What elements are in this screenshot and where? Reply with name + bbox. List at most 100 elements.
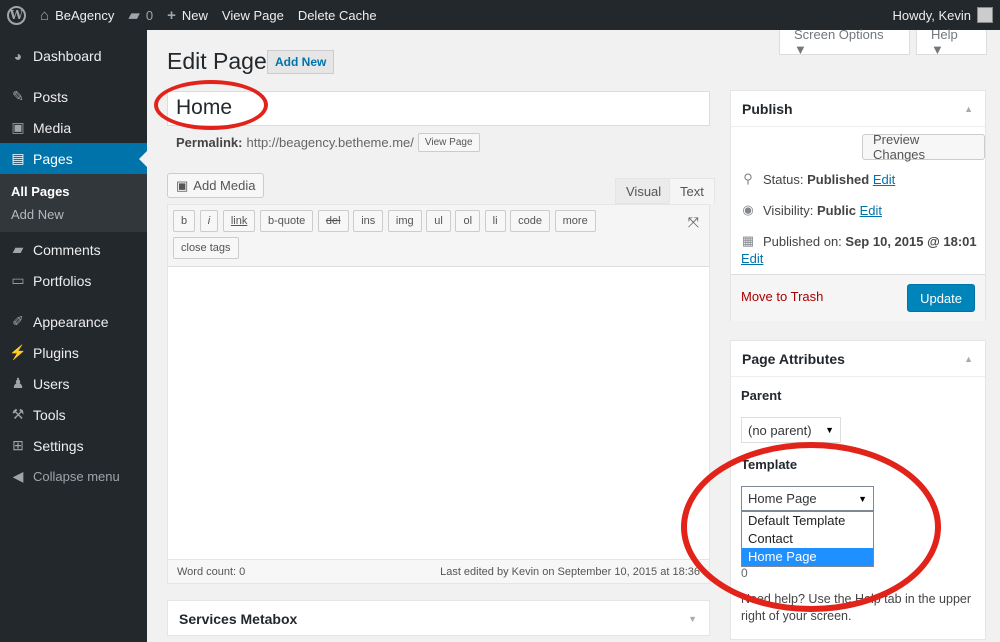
quicktags-toolbar: b i link b-quote del ins img ul ol li co…: [168, 205, 709, 267]
pin-icon: ⚲: [743, 171, 753, 186]
parent-select-value: (no parent): [748, 422, 812, 438]
template-option-contact[interactable]: Contact: [742, 530, 873, 548]
template-select-value: Home Page: [748, 491, 817, 506]
comment-icon: ▰: [128, 7, 140, 24]
plus-icon: +: [167, 6, 176, 24]
account-menu[interactable]: Howdy, Kevin: [885, 0, 1000, 30]
help-button[interactable]: Help ▼: [916, 27, 987, 57]
media-icon: ▣: [11, 119, 25, 135]
template-dropdown: Default Template Contact Home Page: [741, 511, 874, 567]
qt-bold-button[interactable]: b: [173, 210, 196, 232]
site-name-link[interactable]: ⌂ BeAgency: [33, 0, 121, 30]
qt-li-button[interactable]: li: [484, 210, 506, 232]
qt-close-tags-button[interactable]: close tags: [173, 237, 239, 259]
sidebar-item-label: Appearance: [33, 313, 109, 330]
visibility-value: Public: [816, 202, 856, 218]
sidebar-item-plugins[interactable]: ⚡ Plugins: [0, 337, 147, 368]
add-media-label: Add Media: [193, 178, 256, 193]
sidebar-item-settings[interactable]: ⊞ Settings: [0, 430, 147, 461]
tab-visual[interactable]: Visual: [615, 178, 673, 204]
edit-visibility-link[interactable]: Edit: [860, 203, 882, 218]
visibility-label: Visibility:: [763, 202, 814, 218]
view-page-button[interactable]: View Page: [417, 133, 480, 152]
sidebar-item-dashboard[interactable]: ◕ Dashboard: [0, 40, 147, 71]
delete-cache-link[interactable]: Delete Cache: [291, 0, 384, 30]
qt-ul-button[interactable]: ul: [426, 210, 451, 232]
howdy-text: Howdy, Kevin: [892, 7, 971, 23]
sidebar-item-label: Posts: [33, 88, 69, 105]
template-select[interactable]: Home Page ▼: [741, 486, 874, 511]
edit-status-link[interactable]: Edit: [873, 172, 895, 187]
publish-metabox: Publish ▲ Preview Changes ⚲ Status: Publ…: [730, 90, 986, 321]
sidebar-item-tools[interactable]: ⚒ Tools: [0, 399, 147, 430]
pages-submenu: All Pages Add New: [0, 174, 147, 232]
fullscreen-icon[interactable]: ⤧: [688, 214, 699, 231]
new-label: New: [181, 7, 208, 23]
qt-ins-button[interactable]: ins: [353, 210, 384, 232]
text-editor: b i link b-quote del ins img ul ol li co…: [167, 204, 710, 584]
media-icon: ▣: [176, 177, 189, 193]
published-value: Sep 10, 2015 @ 18:01: [845, 233, 977, 249]
qt-blockquote-button[interactable]: b-quote: [259, 210, 314, 232]
comments-link[interactable]: ▰ 0: [121, 0, 160, 30]
sidebar-item-label: Users: [33, 375, 70, 392]
comments-count: 0: [145, 7, 154, 23]
sidebar-item-pages[interactable]: ▤ Pages: [0, 143, 147, 174]
order-field-partial[interactable]: 0: [741, 566, 795, 580]
collapse-menu-button[interactable]: ◀ Collapse menu: [0, 461, 147, 492]
qt-italic-button[interactable]: i: [199, 210, 219, 232]
add-new-button[interactable]: Add New: [267, 50, 335, 74]
wordpress-logo[interactable]: W: [0, 0, 33, 30]
services-metabox-header[interactable]: Services Metabox ▼: [168, 601, 709, 637]
tab-text[interactable]: Text: [669, 178, 715, 204]
chevron-down-icon[interactable]: ▼: [688, 614, 697, 624]
permalink-url[interactable]: http://beagency.betheme.me/: [246, 135, 413, 150]
chevron-up-icon[interactable]: ▲: [964, 104, 973, 114]
preview-changes-button[interactable]: Preview Changes: [862, 132, 985, 162]
admin-sidebar: ◕ Dashboard ✎ Posts ▣ Media ▤ Pages All Page…: [0, 30, 147, 642]
add-media-button[interactable]: ▣ Add Media: [167, 173, 265, 198]
chevron-up-icon[interactable]: ▲: [964, 354, 973, 364]
template-option-home-page[interactable]: Home Page: [742, 548, 873, 566]
parent-label: Parent: [741, 388, 782, 403]
submenu-all-pages[interactable]: All Pages: [0, 180, 147, 203]
wordpress-icon: W: [7, 5, 26, 25]
template-option-default[interactable]: Default Template: [742, 512, 873, 530]
pin-icon: ✎: [12, 88, 24, 104]
qt-code-button[interactable]: code: [510, 210, 551, 232]
qt-more-button[interactable]: more: [554, 210, 596, 232]
sidebar-item-users[interactable]: ♟ Users: [0, 368, 147, 399]
view-page-link[interactable]: View Page: [215, 0, 291, 30]
collapse-label: Collapse menu: [33, 469, 120, 484]
edit-date-link[interactable]: Edit: [741, 251, 763, 266]
order-value: 0: [741, 566, 748, 580]
sidebar-item-appearance[interactable]: ✐ Appearance: [0, 306, 147, 337]
editor-textarea[interactable]: [168, 267, 709, 557]
qt-img-button[interactable]: img: [387, 210, 422, 232]
parent-select[interactable]: (no parent) ▼: [741, 417, 841, 443]
move-to-trash-link[interactable]: Move to Trash: [741, 289, 823, 304]
sidebar-item-posts[interactable]: ✎ Posts: [0, 81, 147, 112]
page-attributes-header[interactable]: Page Attributes ▲: [731, 341, 985, 377]
screen-options-button[interactable]: Screen Options ▼: [779, 27, 910, 57]
last-edited: Last edited by Kevin on September 10, 20…: [440, 565, 700, 578]
sidebar-item-label: Media: [33, 119, 72, 136]
qt-del-button[interactable]: del: [317, 210, 349, 232]
new-content-menu[interactable]: + New: [160, 0, 215, 30]
sidebar-item-comments[interactable]: ▰ Comments: [0, 234, 147, 265]
publish-header[interactable]: Publish ▲: [731, 91, 985, 127]
post-title-input[interactable]: Home: [167, 91, 710, 126]
sidebar-item-portfolios[interactable]: ▭ Portfolios: [0, 265, 147, 296]
qt-link-button[interactable]: link: [222, 210, 256, 232]
update-button[interactable]: Update: [907, 284, 975, 312]
submenu-add-new[interactable]: Add New: [0, 203, 147, 226]
permalink-label: Permalink:: [176, 135, 243, 150]
qt-ol-button[interactable]: ol: [455, 210, 481, 232]
pages-icon: ▤: [11, 150, 25, 166]
admin-bar: W ⌂ BeAgency ▰ 0 + New View Page Delete …: [0, 0, 1000, 30]
status-value: Published: [807, 171, 870, 187]
home-icon: ⌂: [40, 6, 50, 24]
sidebar-item-media[interactable]: ▣ Media: [0, 112, 147, 143]
dashboard-icon: ◕: [13, 47, 23, 64]
sidebar-item-label: Dashboard: [33, 47, 102, 64]
